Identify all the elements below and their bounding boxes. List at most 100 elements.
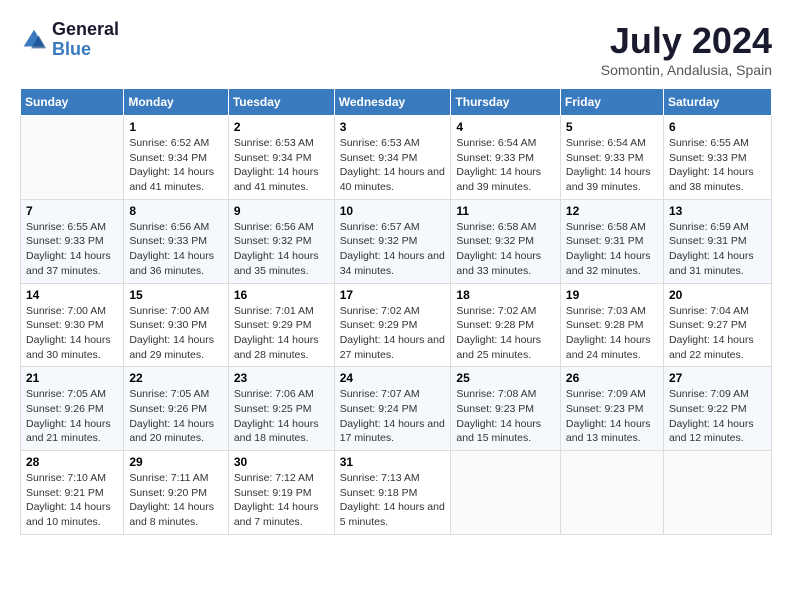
sunrise-text: Sunrise: 6:54 AM [456,136,555,151]
calendar-cell: 19 Sunrise: 7:03 AM Sunset: 9:28 PM Dayl… [560,283,663,367]
sunrise-text: Sunrise: 6:53 AM [340,136,446,151]
calendar-table: SundayMondayTuesdayWednesdayThursdayFrid… [20,88,772,535]
calendar-cell: 31 Sunrise: 7:13 AM Sunset: 9:18 PM Dayl… [334,451,451,535]
day-number: 29 [129,455,222,469]
calendar-week-row: 14 Sunrise: 7:00 AM Sunset: 9:30 PM Dayl… [21,283,772,367]
sunrise-text: Sunrise: 7:06 AM [234,387,329,402]
sunset-text: Sunset: 9:25 PM [234,402,329,417]
sunset-text: Sunset: 9:29 PM [340,318,446,333]
day-info: Sunrise: 7:11 AM Sunset: 9:20 PM Dayligh… [129,471,222,530]
sunrise-text: Sunrise: 7:02 AM [340,304,446,319]
calendar-cell: 15 Sunrise: 7:00 AM Sunset: 9:30 PM Dayl… [124,283,228,367]
location: Somontin, Andalusia, Spain [601,62,772,78]
day-number: 1 [129,120,222,134]
sunrise-text: Sunrise: 6:55 AM [669,136,766,151]
sunrise-text: Sunrise: 7:01 AM [234,304,329,319]
calendar-cell: 21 Sunrise: 7:05 AM Sunset: 9:26 PM Dayl… [21,367,124,451]
sunset-text: Sunset: 9:32 PM [456,234,555,249]
daylight-text: Daylight: 14 hours and 34 minutes. [340,249,446,278]
day-info: Sunrise: 7:10 AM Sunset: 9:21 PM Dayligh… [26,471,118,530]
sunrise-text: Sunrise: 7:05 AM [129,387,222,402]
logo-text: General Blue [52,20,119,60]
calendar-week-row: 28 Sunrise: 7:10 AM Sunset: 9:21 PM Dayl… [21,451,772,535]
day-number: 7 [26,204,118,218]
calendar-header-row: SundayMondayTuesdayWednesdayThursdayFrid… [21,89,772,116]
daylight-text: Daylight: 14 hours and 37 minutes. [26,249,118,278]
day-info: Sunrise: 7:09 AM Sunset: 9:22 PM Dayligh… [669,387,766,446]
sunset-text: Sunset: 9:23 PM [566,402,658,417]
day-info: Sunrise: 7:06 AM Sunset: 9:25 PM Dayligh… [234,387,329,446]
day-info: Sunrise: 7:01 AM Sunset: 9:29 PM Dayligh… [234,304,329,363]
day-number: 31 [340,455,446,469]
calendar-cell: 29 Sunrise: 7:11 AM Sunset: 9:20 PM Dayl… [124,451,228,535]
sunset-text: Sunset: 9:32 PM [234,234,329,249]
logo-line1: General [52,20,119,40]
calendar-cell: 30 Sunrise: 7:12 AM Sunset: 9:19 PM Dayl… [228,451,334,535]
sunset-text: Sunset: 9:31 PM [669,234,766,249]
calendar-cell: 3 Sunrise: 6:53 AM Sunset: 9:34 PM Dayli… [334,116,451,200]
day-info: Sunrise: 7:02 AM Sunset: 9:29 PM Dayligh… [340,304,446,363]
sunrise-text: Sunrise: 6:55 AM [26,220,118,235]
sunrise-text: Sunrise: 6:52 AM [129,136,222,151]
day-number: 17 [340,288,446,302]
day-number: 6 [669,120,766,134]
sunrise-text: Sunrise: 6:57 AM [340,220,446,235]
sunset-text: Sunset: 9:27 PM [669,318,766,333]
sunrise-text: Sunrise: 7:00 AM [26,304,118,319]
daylight-text: Daylight: 14 hours and 32 minutes. [566,249,658,278]
day-number: 15 [129,288,222,302]
calendar-cell: 27 Sunrise: 7:09 AM Sunset: 9:22 PM Dayl… [663,367,771,451]
calendar-cell: 5 Sunrise: 6:54 AM Sunset: 9:33 PM Dayli… [560,116,663,200]
day-info: Sunrise: 7:03 AM Sunset: 9:28 PM Dayligh… [566,304,658,363]
day-info: Sunrise: 6:55 AM Sunset: 9:33 PM Dayligh… [669,136,766,195]
sunset-text: Sunset: 9:34 PM [340,151,446,166]
calendar-cell: 17 Sunrise: 7:02 AM Sunset: 9:29 PM Dayl… [334,283,451,367]
day-number: 18 [456,288,555,302]
weekday-header: Thursday [451,89,561,116]
day-info: Sunrise: 7:12 AM Sunset: 9:19 PM Dayligh… [234,471,329,530]
sunrise-text: Sunrise: 7:10 AM [26,471,118,486]
day-number: 28 [26,455,118,469]
sunset-text: Sunset: 9:34 PM [234,151,329,166]
sunset-text: Sunset: 9:26 PM [26,402,118,417]
daylight-text: Daylight: 14 hours and 35 minutes. [234,249,329,278]
day-number: 24 [340,371,446,385]
daylight-text: Daylight: 14 hours and 18 minutes. [234,417,329,446]
daylight-text: Daylight: 14 hours and 39 minutes. [566,165,658,194]
sunrise-text: Sunrise: 7:12 AM [234,471,329,486]
calendar-cell: 8 Sunrise: 6:56 AM Sunset: 9:33 PM Dayli… [124,199,228,283]
day-number: 26 [566,371,658,385]
day-number: 8 [129,204,222,218]
sunset-text: Sunset: 9:30 PM [129,318,222,333]
day-number: 21 [26,371,118,385]
day-info: Sunrise: 6:56 AM Sunset: 9:33 PM Dayligh… [129,220,222,279]
daylight-text: Daylight: 14 hours and 10 minutes. [26,500,118,529]
sunrise-text: Sunrise: 7:03 AM [566,304,658,319]
daylight-text: Daylight: 14 hours and 13 minutes. [566,417,658,446]
sunset-text: Sunset: 9:32 PM [340,234,446,249]
calendar-cell: 22 Sunrise: 7:05 AM Sunset: 9:26 PM Dayl… [124,367,228,451]
calendar-cell: 23 Sunrise: 7:06 AM Sunset: 9:25 PM Dayl… [228,367,334,451]
day-info: Sunrise: 7:05 AM Sunset: 9:26 PM Dayligh… [129,387,222,446]
sunset-text: Sunset: 9:30 PM [26,318,118,333]
sunset-text: Sunset: 9:34 PM [129,151,222,166]
day-info: Sunrise: 6:52 AM Sunset: 9:34 PM Dayligh… [129,136,222,195]
calendar-week-row: 7 Sunrise: 6:55 AM Sunset: 9:33 PM Dayli… [21,199,772,283]
day-info: Sunrise: 6:53 AM Sunset: 9:34 PM Dayligh… [340,136,446,195]
calendar-cell: 12 Sunrise: 6:58 AM Sunset: 9:31 PM Dayl… [560,199,663,283]
daylight-text: Daylight: 14 hours and 41 minutes. [129,165,222,194]
sunset-text: Sunset: 9:31 PM [566,234,658,249]
sunrise-text: Sunrise: 6:56 AM [234,220,329,235]
calendar-cell: 13 Sunrise: 6:59 AM Sunset: 9:31 PM Dayl… [663,199,771,283]
day-info: Sunrise: 6:59 AM Sunset: 9:31 PM Dayligh… [669,220,766,279]
day-number: 23 [234,371,329,385]
day-info: Sunrise: 6:58 AM Sunset: 9:32 PM Dayligh… [456,220,555,279]
sunrise-text: Sunrise: 7:02 AM [456,304,555,319]
day-number: 20 [669,288,766,302]
day-info: Sunrise: 6:55 AM Sunset: 9:33 PM Dayligh… [26,220,118,279]
day-number: 27 [669,371,766,385]
daylight-text: Daylight: 14 hours and 24 minutes. [566,333,658,362]
calendar-cell: 16 Sunrise: 7:01 AM Sunset: 9:29 PM Dayl… [228,283,334,367]
calendar-week-row: 1 Sunrise: 6:52 AM Sunset: 9:34 PM Dayli… [21,116,772,200]
day-info: Sunrise: 6:53 AM Sunset: 9:34 PM Dayligh… [234,136,329,195]
